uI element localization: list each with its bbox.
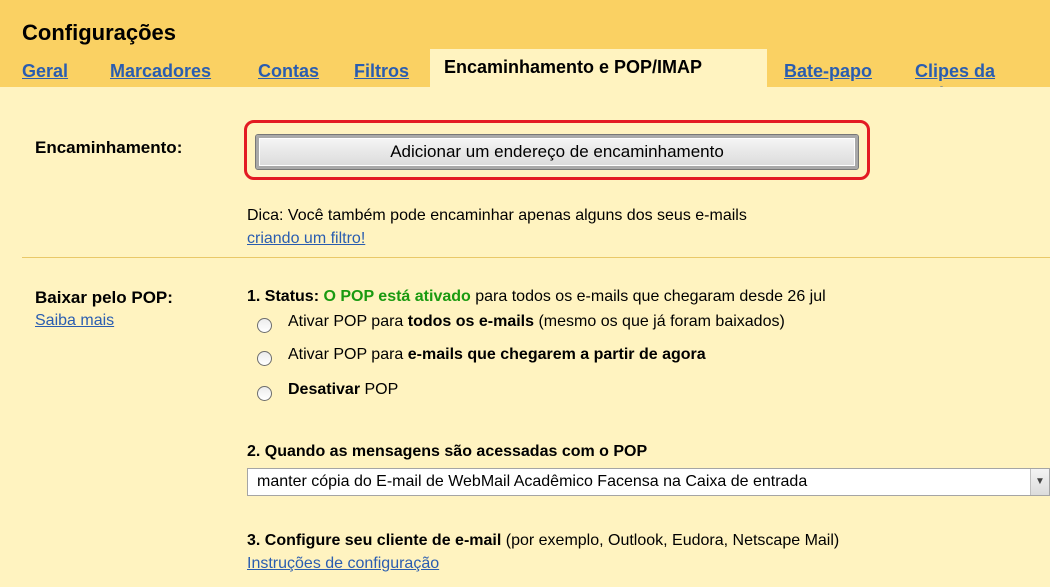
radio-pop-disable[interactable] [257, 386, 272, 401]
setup-instructions-link[interactable]: Instruções de configuração [247, 555, 439, 573]
configure-heading: 3. Configure seu cliente de e-mail [247, 532, 502, 549]
tab-general[interactable]: Geral [22, 60, 68, 83]
page-title: Configurações [22, 20, 177, 45]
pop-option-all-post: (mesmo os que já foram baixados) [538, 313, 785, 330]
radio-pop-all-emails[interactable] [257, 318, 272, 333]
pop-option-all-emails: Ativar POP para todos os e-mails (mesmo … [288, 313, 785, 331]
pop-status-prefix: 1. Status: [247, 288, 320, 305]
create-filter-link[interactable]: criando um filtro! [247, 230, 365, 248]
pop-option-now-bold: e-mails que chegarem a partir de agora [407, 346, 706, 363]
when-accessed-select[interactable]: manter cópia do E-mail de WebMail Acadêm… [247, 468, 1050, 496]
tab-chat[interactable]: Bate-papo [784, 60, 872, 83]
tab-filters[interactable]: Filtros [354, 60, 409, 83]
pop-option-all-pre: Ativar POP para [288, 313, 404, 330]
radio-pop-from-now[interactable] [257, 351, 272, 366]
when-accessed-heading: 2. Quando as mensagens são acessadas com… [247, 443, 648, 460]
pop-status-line: 1. Status: O POP está ativado para todos… [247, 288, 826, 306]
when-accessed-value: manter cópia do E-mail de WebMail Acadêm… [257, 473, 808, 490]
pop-option-from-now: Ativar POP para e-mails que chegarem a p… [288, 346, 706, 364]
tab-accounts[interactable]: Contas [258, 60, 319, 83]
add-forwarding-address-button[interactable]: Adicionar um endereço de encaminhamento [255, 134, 859, 170]
configure-client-line: 3. Configure seu cliente de e-mail (por … [247, 532, 839, 550]
pop-download-label: Baixar pelo POP: [35, 288, 173, 307]
tab-labels[interactable]: Marcadores [110, 60, 211, 83]
settings-page: Configurações Geral Marcadores Contas Fi… [0, 0, 1050, 587]
pop-status-value: O POP está ativado [323, 288, 471, 305]
learn-more-link[interactable]: Saiba mais [35, 312, 114, 330]
forwarding-label: Encaminhamento: [35, 138, 183, 157]
pop-option-disable-post: POP [364, 381, 399, 398]
pop-option-now-pre: Ativar POP para [288, 346, 404, 363]
chevron-down-icon: ▼ [1030, 469, 1049, 495]
configure-note: (por exemplo, Outlook, Eudora, Netscape … [505, 532, 840, 549]
pop-option-disable: Desativar POP [288, 381, 398, 399]
section-divider [22, 257, 1050, 258]
forwarding-tip: Dica: Você também pode encaminhar apenas… [247, 207, 747, 224]
pop-option-disable-bold: Desativar [288, 381, 361, 398]
tab-forwarding-pop-imap[interactable]: Encaminhamento e POP/IMAP [430, 49, 767, 87]
tab-forwarding-pop-imap-label: Encaminhamento e POP/IMAP [444, 57, 703, 77]
pop-option-all-bold: todos os e-mails [407, 313, 535, 330]
pop-status-suffix: para todos os e-mails que chegaram desde… [475, 288, 826, 305]
